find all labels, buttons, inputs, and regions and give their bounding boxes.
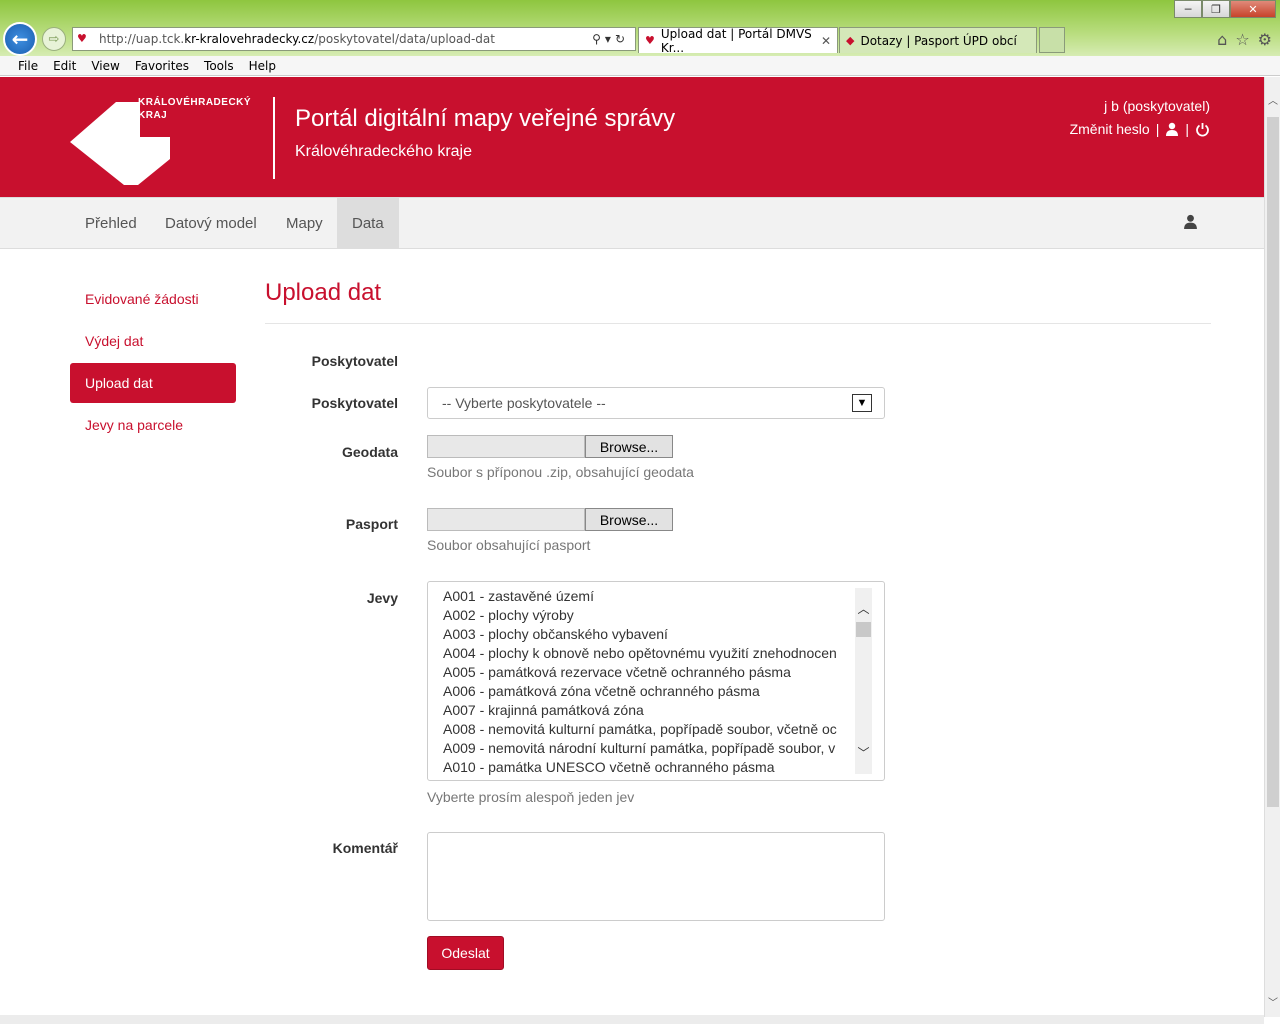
chevron-down-icon[interactable]: ﹀	[855, 744, 872, 760]
listbox-scrollbar[interactable]: ︿ ﹀	[855, 588, 872, 774]
pasport-browse-button[interactable]: Browse...	[585, 508, 673, 531]
list-item[interactable]: A010 - památka UNESCO včetně ochranného …	[428, 758, 856, 777]
settings-gear-icon[interactable]: ⚙	[1258, 30, 1272, 49]
geodata-help: Soubor s příponou .zip, obsahující geoda…	[427, 464, 694, 480]
provider-select[interactable]: -- Vyberte poskytovatele -- ▼	[427, 387, 885, 419]
pasport-help: Soubor obsahující pasport	[427, 537, 591, 553]
new-tab-button[interactable]	[1039, 27, 1065, 53]
tab-label: Upload dat | Portál DMVS Kr...	[660, 26, 812, 55]
scroll-down-icon[interactable]: ﹀	[1265, 993, 1280, 1009]
chevron-down-icon[interactable]: ▼	[852, 394, 872, 412]
list-item[interactable]: A003 - plochy občanského vybavení	[428, 625, 856, 644]
provider-heading: Poskytovatel	[311, 353, 398, 369]
list-item[interactable]: A002 - plochy výroby	[428, 606, 856, 625]
url-path: /poskytovatel/data/upload-dat	[314, 32, 495, 46]
list-item[interactable]: A009 - nemovitá národní kulturní památka…	[428, 739, 856, 758]
main-content: Upload dat	[265, 273, 1211, 324]
logo-text: KRÁLOVÉHRADECKÝ KRAJ	[138, 97, 252, 121]
menu-tools[interactable]: Tools	[204, 59, 234, 73]
pasport-file-input[interactable]: Browse...	[427, 508, 673, 531]
user-profile-icon[interactable]	[1165, 122, 1179, 136]
nav-datovy-model[interactable]: Datový model	[150, 198, 272, 248]
change-password-link[interactable]: Změnit heslo	[1070, 121, 1150, 137]
sidebar-item-upload-dat[interactable]: Upload dat	[70, 363, 236, 403]
address-bar[interactable]: ♥ http://uap.tck. kr-kralovehradecky.cz/p…	[72, 27, 636, 51]
tab-label: Dotazy | Pasport ÚPD obcí	[860, 33, 1017, 48]
comment-textarea[interactable]	[427, 832, 885, 921]
listbox-scroll-thumb[interactable]	[856, 622, 871, 637]
search-refresh-icons[interactable]: ⚲▾↻	[592, 32, 635, 46]
geodata-file-input[interactable]: Browse...	[427, 435, 673, 458]
footer-strip	[0, 1015, 1264, 1024]
list-item[interactable]: A008 - nemovitá kulturní památka, popříp…	[428, 720, 856, 739]
jevy-listbox[interactable]: A001 - zastavěné území A002 - plochy výr…	[427, 581, 885, 781]
user-links: Změnit heslo | |	[1070, 121, 1210, 137]
pasport-label: Pasport	[345, 516, 398, 532]
list-item[interactable]: A004 - plochy k obnově nebo opětovnému v…	[428, 644, 856, 663]
menu-file[interactable]: File	[18, 59, 38, 73]
page-viewport: KRÁLOVÉHRADECKÝ KRAJ Portál digitální ma…	[0, 77, 1264, 1024]
header-divider	[273, 97, 275, 179]
site-title: Portál digitální mapy veřejné správy	[295, 105, 676, 132]
site-header: KRÁLOVÉHRADECKÝ KRAJ Portál digitální ma…	[0, 77, 1264, 197]
list-item[interactable]: A005 - památková rezervace včetně ochran…	[428, 663, 856, 682]
geodata-label: Geodata	[341, 444, 398, 460]
tab-dotazy[interactable]: ◆ Dotazy | Pasport ÚPD obcí	[839, 27, 1037, 53]
sidebar-item-evidovane-zadosti[interactable]: Evidované žádosti	[70, 279, 236, 319]
tab-close-icon[interactable]: ✕	[821, 34, 831, 48]
url-host: kr-kralovehradecky.cz	[184, 32, 315, 46]
list-item[interactable]: A001 - zastavěné území	[428, 587, 856, 606]
page-scroll-thumb[interactable]	[1267, 117, 1279, 807]
pasport-file-path[interactable]	[427, 508, 585, 531]
provider-label: Poskytovatel	[311, 395, 398, 411]
favorites-star-icon[interactable]: ☆	[1235, 30, 1249, 49]
window-controls: ─ ❐ ✕	[1174, 0, 1276, 18]
comment-label: Komentář	[332, 840, 398, 856]
provider-select-value: -- Vyberte poskytovatele --	[442, 395, 606, 411]
chevron-up-icon[interactable]: ︿	[855, 600, 872, 616]
page-scrollbar[interactable]: ︿ ﹀	[1264, 77, 1280, 1017]
restore-icon[interactable]: ❐	[1202, 0, 1230, 18]
tab-upload-dat[interactable]: ♥ Upload dat | Portál DMVS Kr... ✕	[638, 26, 838, 55]
main-navbar: Přehled Datový model Mapy Data	[0, 197, 1264, 249]
nav-user-icon[interactable]	[1183, 214, 1198, 229]
user-name: j b (poskytovatel)	[1104, 98, 1210, 114]
jevy-label: Jevy	[366, 590, 398, 606]
logout-power-icon[interactable]	[1195, 122, 1210, 137]
title-divider	[265, 323, 1211, 324]
minimize-icon[interactable]: ─	[1174, 0, 1202, 18]
browser-chrome: ─ ❐ ✕ ← ⇨ ♥ http://uap.tck. kr-kralovehra…	[0, 0, 1280, 56]
tab-favicon-icon: ♥	[645, 34, 655, 47]
menu-help[interactable]: Help	[249, 59, 276, 73]
jevy-help: Vyberte prosím alespoň jeden jev	[427, 789, 635, 805]
menu-favorites[interactable]: Favorites	[135, 59, 189, 73]
sidebar-item-vydej-dat[interactable]: Výdej dat	[70, 321, 236, 361]
site-favicon-icon: ♥	[77, 32, 87, 45]
page-title: Upload dat	[265, 279, 382, 306]
geodata-browse-button[interactable]: Browse...	[585, 435, 673, 458]
menu-view[interactable]: View	[91, 59, 119, 73]
browser-tools: ⌂ ☆ ⚙	[1217, 30, 1272, 49]
list-item[interactable]: A006 - památková zóna včetně ochranného …	[428, 682, 856, 701]
nav-mapy[interactable]: Mapy	[271, 198, 338, 248]
menu-edit[interactable]: Edit	[53, 59, 76, 73]
sidebar: Evidované žádosti Výdej dat Upload dat J…	[70, 279, 236, 447]
site-subtitle: Královéhradeckého kraje	[295, 143, 472, 160]
home-icon[interactable]: ⌂	[1217, 30, 1227, 49]
forward-arrow-icon[interactable]: ⇨	[42, 27, 66, 51]
back-arrow-icon[interactable]: ←	[3, 22, 37, 56]
url-prefix: http://uap.tck.	[99, 32, 185, 46]
close-window-icon[interactable]: ✕	[1230, 0, 1276, 18]
nav-prehled[interactable]: Přehled	[70, 198, 152, 248]
tab-favicon-icon: ◆	[846, 34, 855, 47]
geodata-file-path[interactable]	[427, 435, 585, 458]
separator: |	[1185, 121, 1189, 137]
submit-button[interactable]: Odeslat	[427, 936, 504, 970]
list-item[interactable]: A007 - krajinná památková zóna	[428, 701, 856, 720]
sidebar-item-jevy-na-parcele[interactable]: Jevy na parcele	[70, 405, 236, 445]
nav-data[interactable]: Data	[337, 198, 399, 248]
separator: |	[1155, 121, 1160, 137]
menu-bar: File Edit View Favorites Tools Help	[0, 56, 1280, 76]
scroll-up-icon[interactable]: ︿	[1265, 91, 1280, 107]
